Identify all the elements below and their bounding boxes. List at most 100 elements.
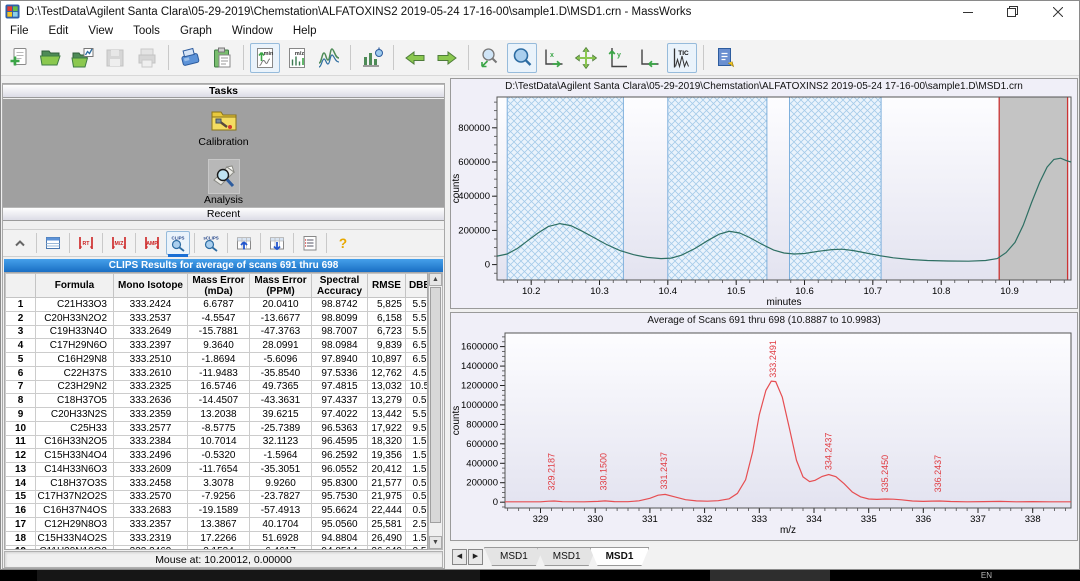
column-header[interactable]: DBE	[406, 274, 429, 298]
table-row[interactable]: 11C16H33N2O5333.238410.701432.112396.459…	[6, 435, 429, 449]
column-header[interactable]: SpectralAccuracy	[312, 274, 368, 298]
open-analysis-button[interactable]	[68, 43, 98, 73]
new-file-button[interactable]	[4, 43, 34, 73]
properties-button[interactable]	[41, 231, 65, 255]
spectrum-view-button[interactable]: m/z	[282, 43, 312, 73]
import-table-button[interactable]	[232, 231, 256, 255]
import-data-button[interactable]	[175, 43, 205, 73]
overlay-view-button[interactable]	[314, 43, 344, 73]
tab-scroll-right-button[interactable]: ▶	[468, 549, 483, 565]
tasks-header-label: Tasks	[209, 85, 238, 97]
spectrum-plot[interactable]: 3293303313323333343353363373380200000400…	[451, 327, 1077, 541]
table-row[interactable]: 2C20H33N2O2333.2537-4.5547-13.667798.809…	[6, 311, 429, 325]
column-header[interactable]: Mass Error(mDa)	[188, 274, 250, 298]
menu-tools[interactable]: Tools	[123, 23, 170, 40]
table-row[interactable]: 18C15H33N4O2S333.231917.226651.692894.88…	[6, 531, 429, 545]
print-button[interactable]	[132, 43, 162, 73]
help-button[interactable]	[710, 43, 740, 73]
table-row[interactable]: 6C22H37S333.2610-11.9483-35.854097.53361…	[6, 366, 429, 380]
print-icon	[135, 46, 159, 70]
svg-text:minutes: minutes	[766, 297, 801, 308]
column-header[interactable]: Mono Isotope	[114, 274, 188, 298]
table-row[interactable]: 3C19H33N4O333.2649-15.7881-47.376398.700…	[6, 325, 429, 339]
menu-edit[interactable]: Edit	[39, 23, 79, 40]
msd1-tab-1[interactable]: MSD1	[484, 547, 544, 566]
taskbar-language: EN	[981, 571, 992, 580]
column-header[interactable]: Mass Error(PPM)	[250, 274, 312, 298]
table-row[interactable]: 16C16H37N4OS333.2683-19.1589-57.491395.6…	[6, 504, 429, 518]
table-row[interactable]: 17C12H29N8O3333.235713.386740.170495.056…	[6, 518, 429, 532]
zoom-button[interactable]	[507, 43, 537, 73]
svg-text:TIC: TIC	[678, 50, 689, 57]
table-row[interactable]: 7C23H29N2333.232516.574649.736597.481513…	[6, 380, 429, 394]
table-row[interactable]: 4C17H29N6O333.23979.364028.099198.09849,…	[6, 339, 429, 353]
tab-scroll-left-button[interactable]: ◀	[452, 549, 467, 565]
tic-button[interactable]: TIC	[667, 43, 697, 73]
zoom-reset-button[interactable]	[475, 43, 505, 73]
sclips-button[interactable]: sCLIPS	[199, 231, 223, 255]
scrollbar-thumb[interactable]	[430, 287, 441, 523]
msd1-tab-3[interactable]: MSD1	[590, 547, 650, 566]
table-row[interactable]: 10C25H33333.2577-8.5775-25.738996.536317…	[6, 421, 429, 435]
paste-button[interactable]	[207, 43, 237, 73]
minimize-button[interactable]	[945, 0, 990, 23]
report-button[interactable]	[298, 231, 322, 255]
column-header[interactable]	[6, 274, 36, 298]
table-row[interactable]: 8C18H37O5333.2636-14.4507-43.363197.4337…	[6, 394, 429, 408]
column-header[interactable]: RMSE	[368, 274, 406, 298]
windows-taskbar[interactable]: EN	[0, 570, 1080, 581]
export-table-button[interactable]	[265, 231, 289, 255]
close-button[interactable]	[1035, 0, 1080, 23]
table-row[interactable]: 13C14H33N6O3333.2609-11.7654-35.305196.0…	[6, 463, 429, 477]
zoom-x-button[interactable]: x	[539, 43, 569, 73]
analysis-task[interactable]: Analysis	[3, 159, 444, 206]
taskbar-segment	[710, 570, 830, 581]
table-scrollbar[interactable]: ▲ ▼	[428, 272, 443, 550]
clips-button[interactable]: CLIPS	[166, 231, 190, 255]
scrollbar-down-icon[interactable]: ▼	[429, 536, 442, 549]
collapse-button[interactable]	[8, 231, 32, 255]
save-button[interactable]	[100, 43, 130, 73]
table-row[interactable]: 9C20H33N2S333.235913.203839.621597.40221…	[6, 408, 429, 422]
mini-help-button[interactable]: ?	[331, 231, 355, 255]
overlay-view-icon	[317, 46, 341, 70]
column-header[interactable]: Formula	[36, 274, 114, 298]
table-row[interactable]: 19C11H29N10O2333.24692.15346.461794.8514…	[6, 545, 429, 550]
pan-button[interactable]	[571, 43, 601, 73]
back-button[interactable]	[400, 43, 430, 73]
calibration-task[interactable]: Calibration	[3, 107, 444, 148]
recent-header[interactable]: Recent	[3, 207, 444, 221]
scrollbar-up-icon[interactable]: ▲	[429, 273, 442, 286]
open-file-button[interactable]	[36, 43, 66, 73]
tic-icon: TIC	[670, 46, 694, 70]
menu-view[interactable]: View	[78, 23, 123, 40]
forward-button[interactable]	[432, 43, 462, 73]
menu-bar: FileEditViewToolsGraphWindowHelp	[0, 23, 1080, 40]
svg-text:329: 329	[533, 514, 549, 525]
table-row[interactable]: 15C17H37N2O2S333.2570-7.9256-23.782795.7…	[6, 490, 429, 504]
menu-file[interactable]: File	[0, 23, 39, 40]
menu-graph[interactable]: Graph	[170, 23, 222, 40]
mz-ruler-button[interactable]: M/Z	[107, 231, 131, 255]
restore-button[interactable]	[990, 0, 1035, 23]
menu-window[interactable]: Window	[222, 23, 283, 40]
table-row[interactable]: 14C18H37O3S333.24583.30789.926095.830021…	[6, 476, 429, 490]
rt-ruler-button[interactable]: RT	[74, 231, 98, 255]
menu-help[interactable]: Help	[283, 23, 327, 40]
chromatogram-view-button[interactable]: min	[250, 43, 280, 73]
amp-ruler-button[interactable]: AMP	[140, 231, 164, 255]
calibration-button[interactable]	[357, 43, 387, 73]
zoom-y-button[interactable]: y	[603, 43, 633, 73]
massworks-window: D:\TestData\Agilent Santa Clara\05-29-20…	[0, 0, 1080, 581]
table-row[interactable]: 12C15H33N4O4333.2496-0.5320-1.596496.259…	[6, 449, 429, 463]
results-table[interactable]: FormulaMono IsotopeMass Error(mDa)Mass E…	[5, 273, 428, 550]
table-row[interactable]: 1C21H33O3333.24246.678720.041098.87425,8…	[6, 298, 429, 312]
tasks-header[interactable]: Tasks	[3, 84, 444, 98]
toolbar-separator	[350, 45, 351, 70]
chromatogram-plot[interactable]: 10.210.310.410.510.610.710.810.902000004…	[451, 93, 1077, 309]
svg-text:331: 331	[642, 514, 658, 525]
zoom-y-icon: y	[606, 46, 630, 70]
table-row[interactable]: 5C16H29N8333.2510-1.8694-5.609697.894010…	[6, 353, 429, 367]
fit-x-button[interactable]	[635, 43, 665, 73]
msd1-tab-2[interactable]: MSD1	[537, 547, 597, 566]
